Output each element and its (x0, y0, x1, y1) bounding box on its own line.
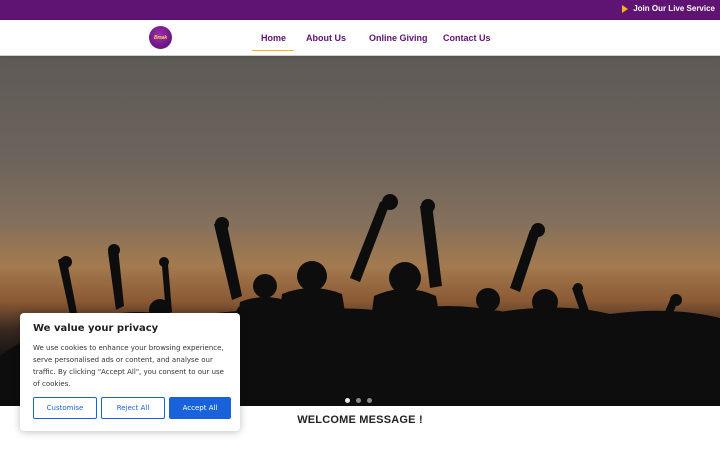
join-live-service-link[interactable]: Join Our Live Service (622, 4, 715, 13)
cookie-description: We use cookies to enhance your browsing … (33, 344, 224, 388)
cookie-actions: Customise Reject All Accept All (33, 397, 231, 419)
cookie-title: We value your privacy (33, 323, 159, 334)
main-nav: Home About Us Online Giving Contact Us (0, 20, 720, 56)
slider-dot-1[interactable] (345, 398, 350, 403)
top-bar: Join Our Live Service (0, 0, 720, 20)
nav-home[interactable]: Home (261, 33, 286, 43)
play-icon (622, 4, 629, 13)
nav-contact-us[interactable]: Contact Us (443, 33, 491, 43)
customise-button[interactable]: Customise (33, 397, 97, 419)
reject-all-button[interactable]: Reject All (101, 397, 165, 419)
nav-about-us[interactable]: About Us (306, 33, 346, 43)
slider-dot-2[interactable] (356, 398, 361, 403)
slider-dots (345, 398, 372, 403)
site-header: Break Home About Us Online Giving Contac… (0, 20, 720, 56)
slider-dot-3[interactable] (367, 398, 372, 403)
join-live-service-label: Join Our Live Service (633, 4, 715, 13)
nav-online-giving[interactable]: Online Giving (369, 33, 428, 43)
accept-all-button[interactable]: Accept All (169, 397, 231, 419)
nav-active-underline (252, 50, 294, 51)
page: Join Our Live Service Break Home About U… (0, 0, 720, 450)
cookie-consent-banner: We value your privacy We use cookies to … (20, 313, 240, 431)
